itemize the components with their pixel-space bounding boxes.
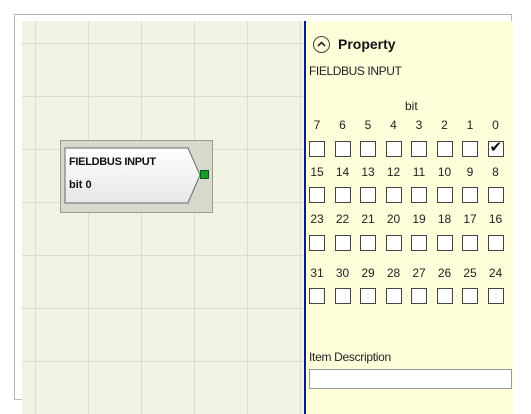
- bit-label: 18: [437, 212, 452, 226]
- item-description-input[interactable]: [309, 369, 512, 389]
- block-title: FIELDBUS INPUT: [69, 156, 156, 168]
- bit-label: 17: [463, 212, 477, 226]
- bit-checkbox[interactable]: [334, 187, 351, 203]
- bit-checkbox[interactable]: [309, 141, 325, 157]
- bit-checkbox[interactable]: [385, 187, 402, 203]
- bit-checkbox[interactable]: [411, 187, 427, 203]
- checkmark-icon: ✔: [489, 138, 503, 156]
- bit-checkbox[interactable]: [462, 235, 478, 251]
- bit-checkbox[interactable]: [334, 288, 351, 304]
- bit-label: 1: [466, 118, 474, 132]
- bit-checkbox[interactable]: [360, 288, 376, 304]
- bit-checkbox[interactable]: [334, 141, 351, 157]
- bit-label: 21: [361, 212, 375, 226]
- bit-label: 15: [310, 165, 324, 179]
- bit-checkbox[interactable]: [309, 288, 325, 304]
- bit-label: 2: [441, 118, 448, 132]
- bit-checkbox[interactable]: [487, 235, 504, 251]
- bit-checkbox[interactable]: [487, 187, 504, 203]
- bit-checkbox[interactable]: [360, 235, 376, 251]
- bit-checkbox[interactable]: [309, 235, 325, 251]
- bit-label: 14: [335, 165, 350, 179]
- bit-label: 28: [386, 266, 401, 280]
- bit-checkbox[interactable]: [436, 235, 453, 251]
- block-subtitle: bit 0: [69, 179, 92, 191]
- bit-label: 19: [412, 212, 426, 226]
- chevron-up-circle-icon[interactable]: [313, 36, 330, 53]
- item-description-label: Item Description: [309, 350, 391, 364]
- bit-label: 23: [310, 212, 324, 226]
- bit-label: 6: [339, 118, 346, 132]
- bit-checkbox[interactable]: [385, 235, 402, 251]
- bit-label: 30: [335, 266, 350, 280]
- bit-label: 3: [415, 118, 423, 132]
- bit-checkbox[interactable]: [385, 141, 402, 157]
- bit-checkbox[interactable]: ✔: [487, 138, 504, 157]
- bit-checkbox[interactable]: [411, 141, 427, 157]
- bit-label: 11: [412, 165, 426, 179]
- bit-checkbox[interactable]: [436, 187, 453, 203]
- bit-checkbox[interactable]: [334, 235, 351, 251]
- bit-checkbox[interactable]: [411, 235, 427, 251]
- bit-header: bit: [405, 99, 418, 113]
- bit-label: 27: [412, 266, 426, 280]
- bit-checkbox[interactable]: [360, 141, 376, 157]
- item-type-label: FIELDBUS INPUT: [309, 64, 402, 78]
- bit-label: 10: [437, 165, 452, 179]
- bit-checkbox[interactable]: [436, 141, 453, 157]
- property-title: Property: [338, 36, 396, 52]
- bit-label: 4: [390, 118, 397, 132]
- bit-label: 20: [386, 212, 401, 226]
- bit-label: 9: [466, 165, 474, 179]
- output-port[interactable]: [200, 170, 209, 179]
- bit-label: 12: [386, 165, 401, 179]
- bit-label: 24: [488, 266, 503, 280]
- bit-checkbox[interactable]: [462, 187, 478, 203]
- bit-label: 16: [488, 212, 503, 226]
- bit-label: 0: [492, 118, 499, 132]
- bit-checkbox[interactable]: [385, 288, 402, 304]
- bit-label: 22: [335, 212, 350, 226]
- bit-checkbox[interactable]: [462, 141, 478, 157]
- bit-checkbox[interactable]: [462, 288, 478, 304]
- bit-checkbox[interactable]: [309, 187, 325, 203]
- bit-checkbox[interactable]: [411, 288, 427, 304]
- bit-checkbox[interactable]: [360, 187, 376, 203]
- bit-label: 8: [492, 165, 499, 179]
- bit-label: 5: [364, 118, 372, 132]
- bit-label: 13: [361, 165, 375, 179]
- bit-label: 31: [310, 266, 324, 280]
- bit-label: 7: [313, 118, 321, 132]
- bit-label: 25: [463, 266, 477, 280]
- bit-label: 26: [437, 266, 452, 280]
- bit-label: 29: [361, 266, 375, 280]
- bit-checkbox[interactable]: [436, 288, 453, 304]
- bit-checkbox[interactable]: [487, 288, 504, 304]
